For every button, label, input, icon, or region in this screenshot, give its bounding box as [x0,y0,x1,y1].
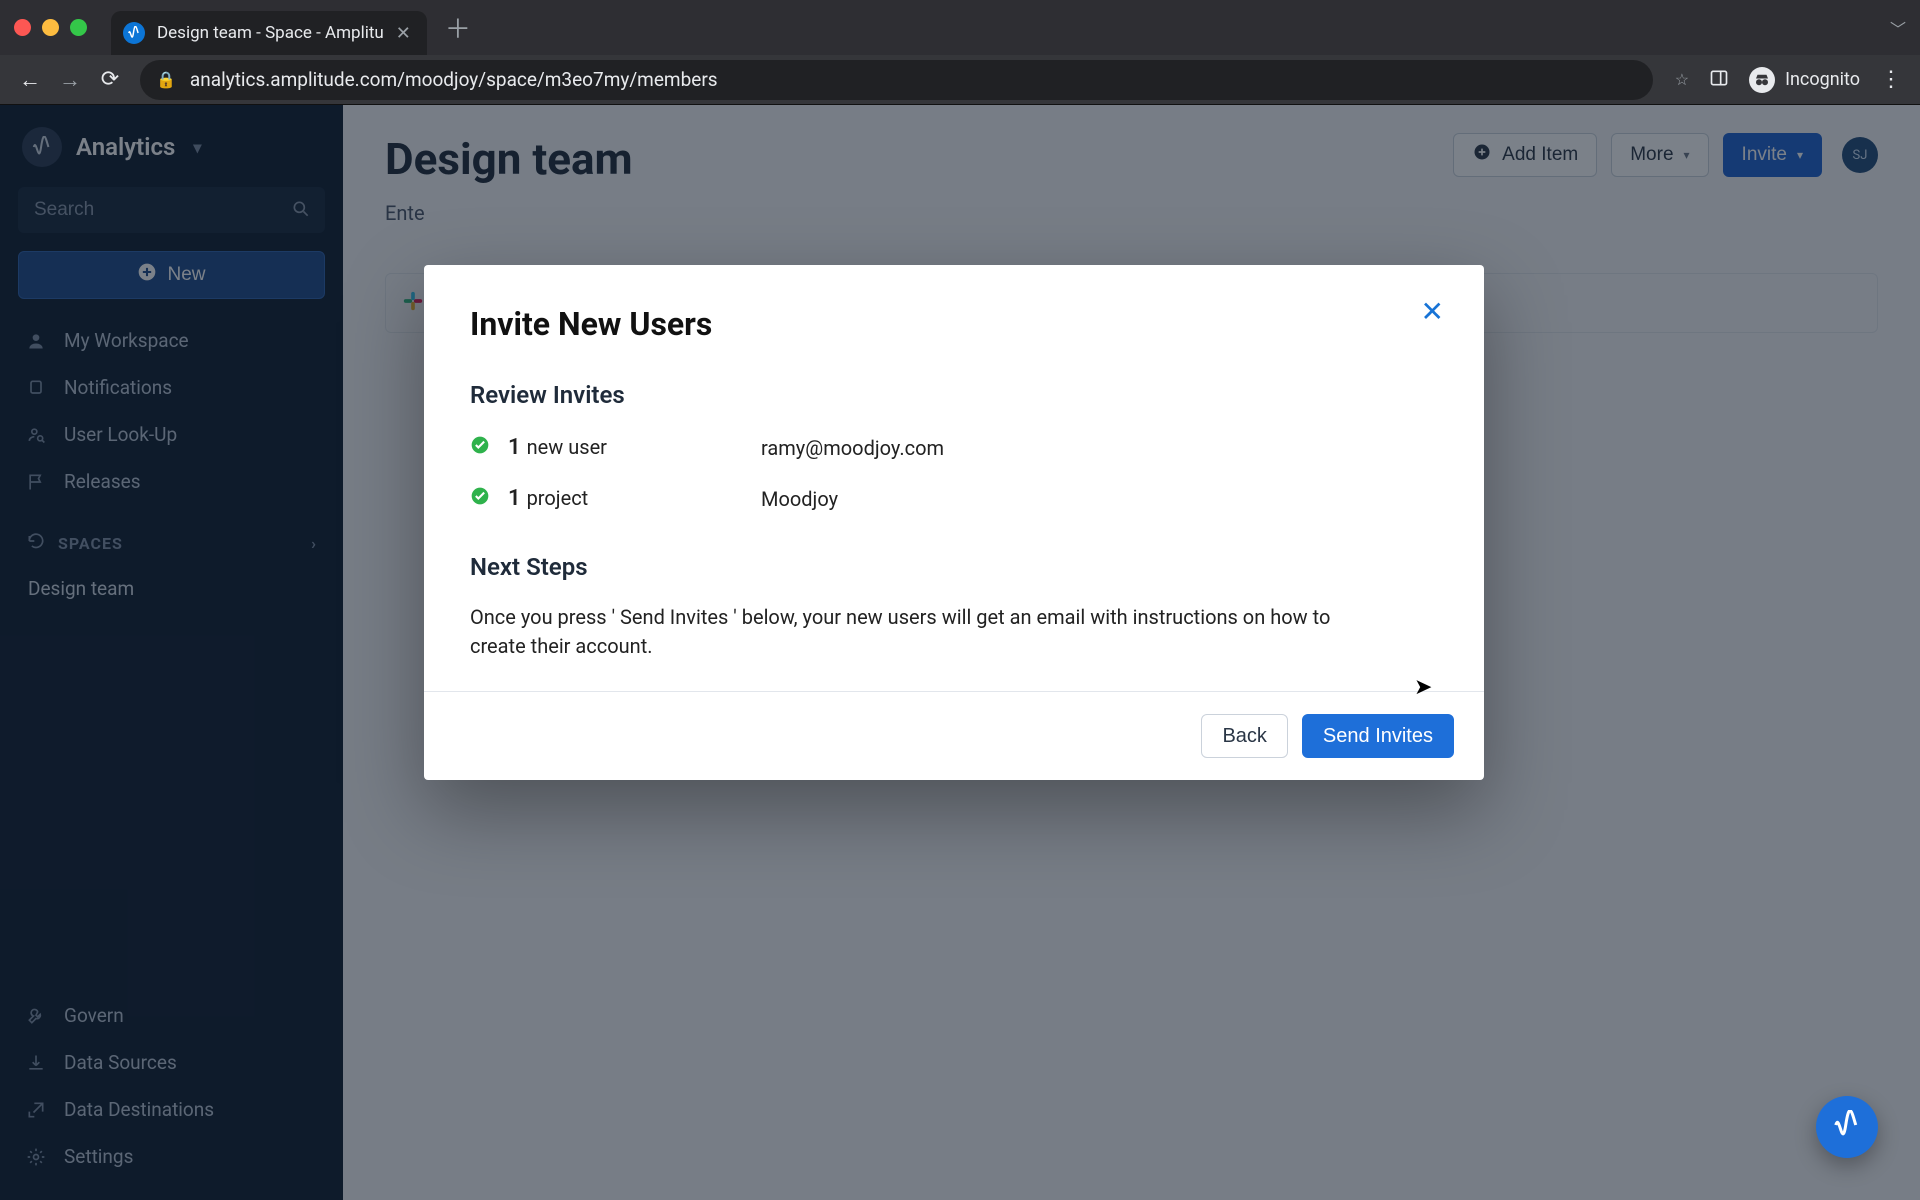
amplitude-glyph-icon [1832,1110,1862,1144]
reload-button[interactable]: ⟳ [90,60,130,100]
window-close-icon[interactable] [14,19,31,36]
invite-users-modal: ✕ Invite New Users Review Invites 1 new … [424,265,1484,780]
check-circle-icon [470,435,496,460]
amplitude-favicon-icon [123,22,145,44]
window-zoom-icon[interactable] [70,19,87,36]
address-bar[interactable]: 🔒 analytics.amplitude.com/moodjoy/space/… [140,60,1653,100]
review-value: ramy@moodjoy.com [761,436,944,460]
tab-title: Design team - Space - Amplitu [157,23,384,43]
review-label: new user [527,435,752,459]
send-invites-label: Send Invites [1323,725,1433,748]
forward-button[interactable]: → [50,60,90,100]
lock-icon: 🔒 [156,70,176,89]
url-text: analytics.amplitude.com/moodjoy/space/m3… [190,68,718,91]
tab-close-icon[interactable]: ✕ [396,23,411,44]
back-button[interactable]: Back [1201,714,1287,758]
modal-footer: Back Send Invites [424,691,1484,780]
check-circle-icon [470,486,496,511]
back-label: Back [1222,725,1266,748]
incognito-icon [1749,67,1775,93]
review-invites-heading: Review Invites [470,381,1438,409]
review-row-user: 1 new user ramy@moodjoy.com [470,435,1438,460]
next-steps-heading: Next Steps [470,553,1438,581]
next-steps-text: Once you press ' Send Invites ' below, y… [470,603,1380,661]
incognito-indicator[interactable]: Incognito [1749,67,1860,93]
new-tab-button[interactable]: ＋ [445,9,471,46]
panel-icon[interactable] [1709,68,1729,92]
send-invites-button[interactable]: Send Invites [1302,714,1454,758]
modal-title: Invite New Users [470,305,1438,343]
tab-search-chevron-icon[interactable]: ﹀ [1890,16,1906,40]
browser-tabstrip: Design team - Space - Amplitu ✕ ＋ ﹀ [0,0,1920,55]
incognito-label: Incognito [1785,69,1860,90]
browser-tab[interactable]: Design team - Space - Amplitu ✕ [111,11,427,55]
help-bubble-button[interactable] [1816,1096,1878,1158]
review-row-project: 1 project Moodjoy [470,486,1438,511]
back-button[interactable]: ← [10,60,50,100]
review-value: Moodjoy [761,487,838,511]
browser-toolbar: ← → ⟳ 🔒 analytics.amplitude.com/moodjoy/… [0,55,1920,105]
window-controls [14,19,87,36]
review-label: project [527,486,752,510]
bookmark-star-icon[interactable]: ☆ [1675,70,1689,89]
modal-close-button[interactable]: ✕ [1421,295,1444,328]
review-count: 1 [508,435,521,460]
review-count: 1 [508,486,521,511]
window-minimize-icon[interactable] [42,19,59,36]
chrome-menu-icon[interactable]: ⋮ [1880,67,1902,92]
